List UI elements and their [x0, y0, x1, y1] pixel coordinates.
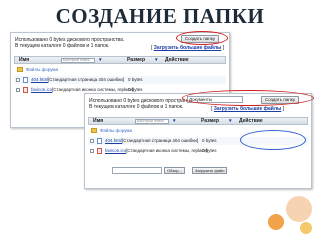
upload-bar: Обзор... Загрузить файл — [88, 166, 308, 176]
column-action-header: Действие — [239, 118, 263, 124]
folder-count-text: В текущем каталоге 0 файлов и 1 папок. — [89, 104, 184, 110]
column-size-header[interactable]: Размер — [201, 118, 219, 124]
sort-arrow-icon[interactable]: ▾ — [229, 118, 232, 124]
folder-up-icon — [17, 67, 23, 72]
highlight-ellipse — [182, 90, 314, 106]
ico-file-icon — [23, 87, 28, 93]
file-size: 0 bytes — [202, 148, 217, 153]
browse-button[interactable]: Обзор... — [164, 167, 185, 174]
row-checkbox[interactable] — [90, 149, 94, 153]
bracket-open: [ — [211, 106, 213, 112]
sort-arrow-icon[interactable]: ▾ — [173, 118, 176, 124]
table-header: Имя Быстрый поиск ▾ Размер ▾ Действие — [14, 56, 226, 64]
file-description: [Стандартная иконка системы, replace] — [126, 148, 208, 153]
html-file-icon — [23, 77, 28, 83]
file-description: [Стандартная страница 404 ошибки] — [48, 77, 125, 82]
quick-search-input[interactable]: Быстрый поиск — [61, 58, 95, 63]
table-header: Имя Быстрый поиск ▾ Размер ▾ Действие — [88, 117, 308, 125]
file-name-link[interactable]: favicon.ico — [105, 147, 126, 155]
row-checkbox[interactable] — [16, 78, 20, 82]
parent-folder-row[interactable]: Файлы форума — [14, 66, 226, 74]
upload-large-files-link[interactable]: [ Загрузить большие файлы ] — [211, 106, 284, 112]
ico-file-icon — [97, 148, 102, 154]
column-size-header[interactable]: Размер — [127, 57, 145, 63]
folder-count-text: В текущем каталоге 0 файлов и 1 папок. — [15, 43, 110, 49]
file-description: [Стандартная страница 404 ошибки] — [122, 138, 199, 143]
upload-large-files-label: Загрузить большие файлы — [213, 106, 282, 112]
file-name-link[interactable]: favicon.ico — [31, 86, 52, 94]
quick-search-input[interactable]: Быстрый поиск — [135, 119, 169, 124]
file-path-input[interactable] — [112, 167, 162, 174]
bracket-close: ] — [282, 106, 285, 112]
highlight-ellipse — [176, 31, 228, 45]
column-name-header[interactable]: Имя — [19, 57, 29, 63]
decorative-circle — [286, 196, 312, 222]
sort-arrow-icon[interactable]: ▾ — [155, 57, 158, 63]
highlight-ellipse — [240, 130, 306, 150]
upload-file-button[interactable]: Загрузить файл — [192, 167, 228, 174]
sort-arrow-icon[interactable]: ▾ — [99, 57, 102, 63]
row-checkbox[interactable] — [90, 139, 94, 143]
decorative-circle — [268, 214, 284, 230]
column-name-header[interactable]: Имя — [93, 118, 103, 124]
html-file-icon — [97, 138, 102, 144]
folder-up-icon — [91, 128, 97, 133]
upload-large-files-label: Загрузить большие файлы — [153, 45, 222, 51]
bracket-open: [ — [151, 45, 153, 51]
file-size: 0 bytes — [202, 138, 217, 143]
parent-folder-label: Файлы форума — [100, 128, 133, 133]
file-name-link[interactable]: 404.html — [31, 76, 48, 84]
decorative-circle — [300, 222, 312, 234]
bracket-close: ] — [222, 45, 225, 51]
table-row[interactable]: 404.html [Стандартная страница 404 ошибк… — [14, 76, 226, 84]
column-action-header: Действие — [165, 57, 189, 63]
upload-large-files-link[interactable]: [ Загрузить большие файлы ] — [151, 45, 224, 51]
slide-title: СОЗДАНИЕ ПАПКИ — [55, 4, 265, 28]
parent-folder-label: Файлы форума — [26, 67, 59, 72]
file-name-link[interactable]: 404.html — [105, 137, 122, 145]
row-checkbox[interactable] — [16, 88, 20, 92]
file-size: 0 bytes — [128, 77, 143, 82]
